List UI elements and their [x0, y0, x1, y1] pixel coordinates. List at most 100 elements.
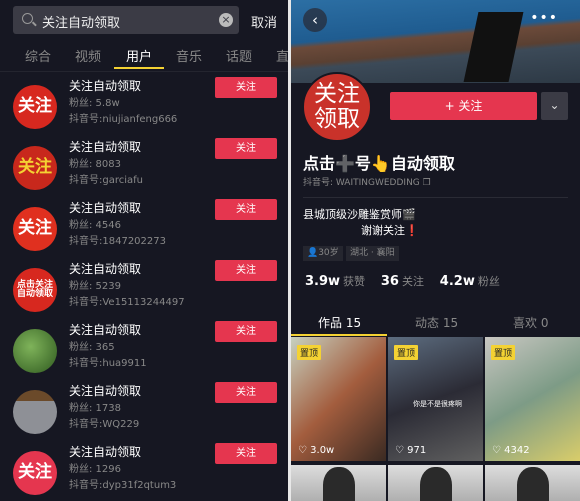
user-fans: 粉丝: 1296 — [69, 464, 121, 475]
tab-music[interactable]: 音乐 — [176, 46, 202, 65]
tab-video[interactable]: 视频 — [75, 46, 101, 65]
user-list-item[interactable]: 关注 关注自动领取 粉丝: 5.8w 抖音号:niujianfeng666 关注 — [0, 77, 288, 145]
likes-value: 3.0w — [310, 445, 335, 456]
tab-topics[interactable]: 话题 — [226, 46, 252, 65]
user-list-item[interactable]: 关注 关注自动领取 粉丝: 8083 抖音号:garciafu 关注 — [0, 138, 288, 206]
tab-posts[interactable]: 动态 15 — [415, 314, 458, 331]
user-avatar[interactable]: 关注 — [13, 146, 57, 190]
user-name: 关注自动领取 — [69, 79, 142, 93]
user-id: 抖音号:niujianfeng666 — [69, 114, 178, 125]
bio-line: 县城顶级沙雕鉴赏师🎬 — [303, 208, 416, 221]
search-input[interactable]: 关注自动领取 × — [13, 6, 239, 34]
user-fans: 粉丝: 4546 — [69, 220, 121, 231]
active-tab-indicator — [114, 67, 164, 69]
tab-users[interactable]: 用户 — [126, 46, 152, 65]
follow-button[interactable]: + 关注 — [390, 92, 537, 120]
user-avatar[interactable] — [13, 329, 57, 373]
user-fans: 粉丝: 5239 — [69, 281, 121, 292]
user-avatar[interactable] — [13, 390, 57, 434]
divider — [303, 197, 568, 198]
follow-button[interactable]: 关注 — [215, 260, 277, 281]
active-tab-indicator — [291, 334, 387, 336]
user-name: 关注自动领取 — [69, 140, 142, 154]
user-id: 抖音号:1847202273 — [69, 236, 166, 247]
user-list-item[interactable]: 点击关注自动领取 关注自动领取 粉丝: 5239 抖音号:Ve151132444… — [0, 260, 288, 328]
following-count[interactable]: 36 — [381, 274, 399, 289]
follow-button[interactable]: 关注 — [215, 443, 277, 464]
pinned-badge: 置顶 — [394, 345, 419, 360]
back-button[interactable]: ‹ — [303, 8, 327, 32]
age-tag: 👤30岁 — [303, 246, 343, 261]
tab-works[interactable]: 作品 15 — [318, 314, 361, 331]
video-likes: ♡ 4342 — [492, 445, 530, 456]
chevron-down-icon[interactable]: ⌄ — [541, 92, 568, 120]
douyin-id: 抖音号: WAITINGWEDDING ❐ — [303, 175, 431, 188]
search-tabs: 综合 视频 用户 音乐 话题 直 — [0, 44, 288, 70]
search-query: 关注自动领取 — [42, 16, 121, 31]
tab-all[interactable]: 综合 — [25, 46, 51, 65]
user-avatar[interactable]: 关注 — [13, 85, 57, 129]
follow-button[interactable]: 关注 — [215, 321, 277, 342]
likes-value: 971 — [407, 445, 427, 456]
user-id: 抖音号:dyp31f2qtum3 — [69, 480, 177, 491]
follow-button[interactable]: 关注 — [215, 382, 277, 403]
video-thumbnail[interactable]: 置顶 ♡ 3.0w — [291, 337, 386, 461]
location-tag: 湖北 · 襄阳 — [346, 246, 399, 261]
heart-icon: ♡ — [395, 445, 404, 456]
video-thumbnail[interactable]: 置顶 你是不是很疼啊 ♡ 971 — [388, 337, 483, 461]
video-thumbnail[interactable] — [291, 465, 386, 501]
likes-value: 4342 — [504, 445, 530, 456]
user-list-item[interactable]: 关注自动领取 粉丝: 1738 抖音号:WQ229 关注 — [0, 382, 288, 450]
video-thumbnail[interactable] — [388, 465, 483, 501]
more-icon[interactable]: ••• — [530, 10, 558, 26]
followers-count[interactable]: 4.2w — [440, 274, 475, 289]
followers-label[interactable]: 粉丝 — [478, 275, 500, 288]
video-likes: ♡ 3.0w — [298, 445, 334, 456]
user-fans: 粉丝: 1738 — [69, 403, 121, 414]
user-id: 抖音号:WQ229 — [69, 419, 140, 430]
likes-count: 3.9w — [305, 274, 341, 289]
profile-name: 点击➕号👆自动领取 — [303, 154, 455, 173]
user-avatar[interactable]: 关注 — [13, 207, 57, 251]
user-id: 抖音号:Ve15113244497 — [69, 297, 185, 308]
search-icon — [22, 13, 33, 24]
douyin-id-text: 抖音号: WAITINGWEDDING — [303, 178, 420, 188]
user-list-item[interactable]: 关注 关注自动领取 粉丝: 4546 抖音号:1847202273 关注 — [0, 199, 288, 267]
video-likes: ♡ 971 — [395, 445, 426, 456]
user-name: 关注自动领取 — [69, 323, 142, 337]
user-id: 抖音号:hua9911 — [69, 358, 147, 369]
user-id: 抖音号:garciafu — [69, 175, 143, 186]
video-thumbnail[interactable] — [485, 465, 580, 501]
user-name: 关注自动领取 — [69, 384, 142, 398]
follow-button[interactable]: 关注 — [215, 199, 277, 220]
user-avatar[interactable]: 关注 — [13, 451, 57, 495]
pinned-badge: 置顶 — [297, 345, 322, 360]
following-label[interactable]: 关注 — [402, 275, 424, 288]
clear-icon[interactable]: × — [219, 13, 233, 27]
profile-avatar[interactable]: 关注领取 — [302, 72, 372, 142]
video-caption: 你是不是很疼啊 — [413, 400, 462, 408]
user-name: 关注自动领取 — [69, 445, 142, 459]
likes-label: 获赞 — [343, 275, 366, 288]
divider — [0, 71, 288, 72]
video-thumbnail[interactable]: 置顶 ♡ 4342 — [485, 337, 580, 461]
tab-likes[interactable]: 喜欢 0 — [513, 314, 548, 331]
cancel-button[interactable]: 取消 — [251, 12, 277, 31]
copy-icon[interactable]: ❐ — [423, 178, 431, 188]
heart-icon: ♡ — [298, 445, 307, 456]
user-list-item[interactable]: 关注 关注自动领取 粉丝: 1296 抖音号:dyp31f2qtum3 关注 — [0, 443, 288, 501]
user-fans: 粉丝: 8083 — [69, 159, 121, 170]
bio-line: 谢谢关注❗ — [361, 224, 419, 237]
search-results-panel: 关注自动领取 × 取消 综合 视频 用户 音乐 话题 直 关注 关注自动领取 粉… — [0, 0, 288, 501]
pinned-badge: 置顶 — [491, 345, 516, 360]
user-name: 关注自动领取 — [69, 201, 142, 215]
follow-button[interactable]: 关注 — [215, 138, 277, 159]
tab-live[interactable]: 直 — [276, 46, 288, 65]
user-name: 关注自动领取 — [69, 262, 142, 276]
heart-icon: ♡ — [492, 445, 501, 456]
follow-button[interactable]: 关注 — [215, 77, 277, 98]
user-list-item[interactable]: 关注自动领取 粉丝: 365 抖音号:hua9911 关注 — [0, 321, 288, 389]
profile-panel: ‹ ••• 关注领取 + 关注 ⌄ 点击➕号👆自动领取 抖音号: WAITING… — [291, 0, 580, 501]
profile-stats: 3.9w 获赞 36 关注 4.2w 粉丝 — [305, 273, 512, 289]
user-avatar[interactable]: 点击关注自动领取 — [13, 268, 57, 312]
